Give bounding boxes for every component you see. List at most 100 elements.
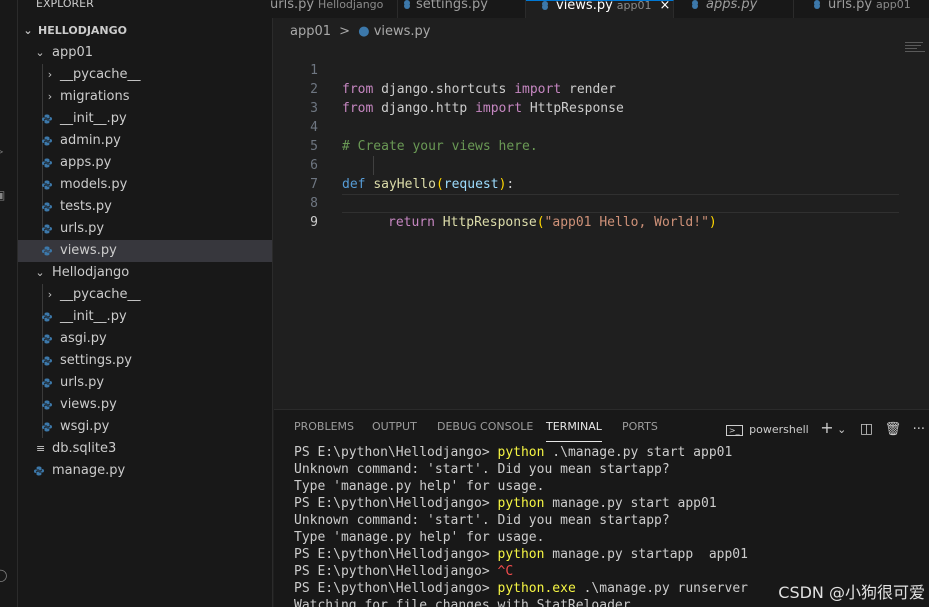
split-terminal-icon[interactable]: ◫ [860,421,873,437]
tab-views-active[interactable]: views.py app01 × [526,0,674,18]
breadcrumb-separator: > [339,24,351,39]
terminal-line: Unknown command: 'start'. Did you mean s… [294,512,929,529]
python-file-icon [42,400,52,410]
code-line: 5 [274,118,929,154]
chevron-down-icon[interactable]: ⌄ [837,423,846,436]
account-icon[interactable]: ◯ [0,568,8,582]
watermark: CSDN @小狗很可爱 [778,583,925,602]
terminal-interrupt: ^C [497,564,514,579]
file-admin[interactable]: admin.py [18,130,272,152]
terminal-prompt: PS E:\python\Hellodjango> [294,496,498,511]
close-icon[interactable]: × [660,0,671,13]
tab-urls-app01[interactable]: urls.py app01 [794,0,929,18]
terminal-line: PS E:\python\Hellodjango> python .\manag… [294,444,929,461]
python-file-icon [42,422,52,432]
file-models[interactable]: models.py [18,174,272,196]
search-icon[interactable]: ⌕ [0,40,8,54]
code-editor[interactable]: 1 from django.shortcuts import render 2 … [274,42,929,409]
terminal-line: Type 'manage.py help' for usage. [294,529,929,546]
folder-migrations[interactable]: › migrations [18,86,272,108]
tab-label: urls.py [270,0,315,12]
extensions-icon[interactable]: ▣ [0,188,8,202]
file-wsgi[interactable]: wsgi.py [18,416,272,438]
folder-pycache[interactable]: › __pycache__ [18,64,272,86]
breadcrumb-folder[interactable]: app01 [290,24,331,39]
bottom-panel: PROBLEMS OUTPUT DEBUG CONSOLE TERMINAL P… [274,409,929,607]
folder-pycache[interactable]: › __pycache__ [18,284,272,306]
explorer-title: EXPLORER [36,0,94,10]
tab-output[interactable]: OUTPUT [372,420,417,442]
more-actions-icon[interactable]: ··· [242,0,258,7]
file-manage[interactable]: manage.py [18,460,272,482]
tab-apps-preview[interactable]: apps.py [674,0,794,18]
file-label: urls.py [60,221,105,236]
breadcrumb-file[interactable]: views.py [374,24,431,39]
tab-ports[interactable]: PORTS [622,420,658,442]
file-urls[interactable]: urls.py [18,218,272,240]
file-asgi[interactable]: asgi.py [18,328,272,350]
folder-label: Hellodjango [52,265,130,280]
source-control-icon[interactable]: ⑂ [0,96,8,110]
terminal-line: Unknown command: 'start'. Did you mean s… [294,461,929,478]
python-file-icon [42,202,52,212]
terminal-text: Unknown command: 'start'. Did you mean s… [294,513,670,528]
chevron-right-icon: › [47,68,53,81]
file-settings[interactable]: settings.py [18,350,272,372]
folder-app01[interactable]: ⌄ app01 [18,42,272,64]
tab-label: apps.py [706,0,758,12]
terminal-text: Watching for file changes with StatReloa… [294,598,631,607]
workspace-root[interactable]: ⌄ HELLODJANGO [18,20,272,42]
file-tests[interactable]: tests.py [18,196,272,218]
python-file-icon [42,114,52,124]
tab-debug-console[interactable]: DEBUG CONSOLE [437,420,533,442]
file-label: wsgi.py [60,419,110,434]
file-label: settings.py [60,353,132,368]
file-urls[interactable]: urls.py [18,372,272,394]
code-line: 1 from django.shortcuts import render [274,42,929,97]
terminal-prompt: PS E:\python\Hellodjango> [294,564,498,579]
add-terminal-icon[interactable]: + [820,418,833,437]
terminal-prompt: PS E:\python\Hellodjango> [294,445,498,460]
file-label: views.py [60,397,117,412]
activity-bar: ⌕ ⑂ ▷ ▣ ◯ [0,0,18,607]
tab-settings[interactable]: settings.py [398,0,526,18]
python-file-icon [692,0,698,9]
breadcrumb: app01 > ● views.py [290,22,430,42]
tab-terminal[interactable]: TERMINAL [546,420,602,442]
tab-urls-hellodjango[interactable]: urls.py Hellodjango [268,0,398,18]
terminal-text: Type 'manage.py help' for usage. [294,479,545,494]
file-label: urls.py [60,375,105,390]
file-apps[interactable]: apps.py [18,152,272,174]
more-actions-icon[interactable]: ··· [913,422,925,437]
file-views-selected[interactable]: views.py [18,240,272,262]
code-line-current: 9 [274,194,929,230]
terminal-prompt: PS E:\python\Hellodjango> [294,547,498,562]
file-label: tests.py [60,199,112,214]
python-file-icon [42,136,52,146]
chevron-down-icon: ⌄ [35,266,45,279]
file-db-sqlite3[interactable]: ≡ db.sqlite3 [18,438,272,460]
line-number: 9 [310,215,318,230]
string-literal: "app01 Hello, World!" [544,215,709,230]
folder-label: migrations [60,89,130,104]
tab-problems[interactable]: PROBLEMS [294,420,354,442]
chevron-right-icon: › [47,90,53,103]
terminal-shell-label[interactable]: powershell [749,423,809,436]
folder-label: __pycache__ [60,67,141,82]
terminal-text: Type 'manage.py help' for usage. [294,530,545,545]
terminal-args: .\manage.py runserver [575,581,748,596]
file-views[interactable]: views.py [18,394,272,416]
file-init[interactable]: __init__.py [18,108,272,130]
trash-icon[interactable]: 🗑 [885,422,902,437]
database-icon: ≡ [36,442,46,455]
code-line: 6 def sayHello(request): [274,137,929,192]
chevron-down-icon: ⌄ [23,24,33,37]
explorer-header: EXPLORER ··· [18,0,272,14]
tab-description: Hellodjango [318,0,384,11]
code-line: 8 [274,175,929,211]
file-init[interactable]: __init__.py [18,306,272,328]
folder-hellodjango[interactable]: ⌄ Hellodjango [18,262,272,284]
terminal-line: PS E:\python\Hellodjango> ^C [294,563,929,580]
panel-actions: >_ powershell + ⌄ ◫ 🗑 ··· [725,418,925,438]
run-debug-icon[interactable]: ▷ [0,144,8,158]
